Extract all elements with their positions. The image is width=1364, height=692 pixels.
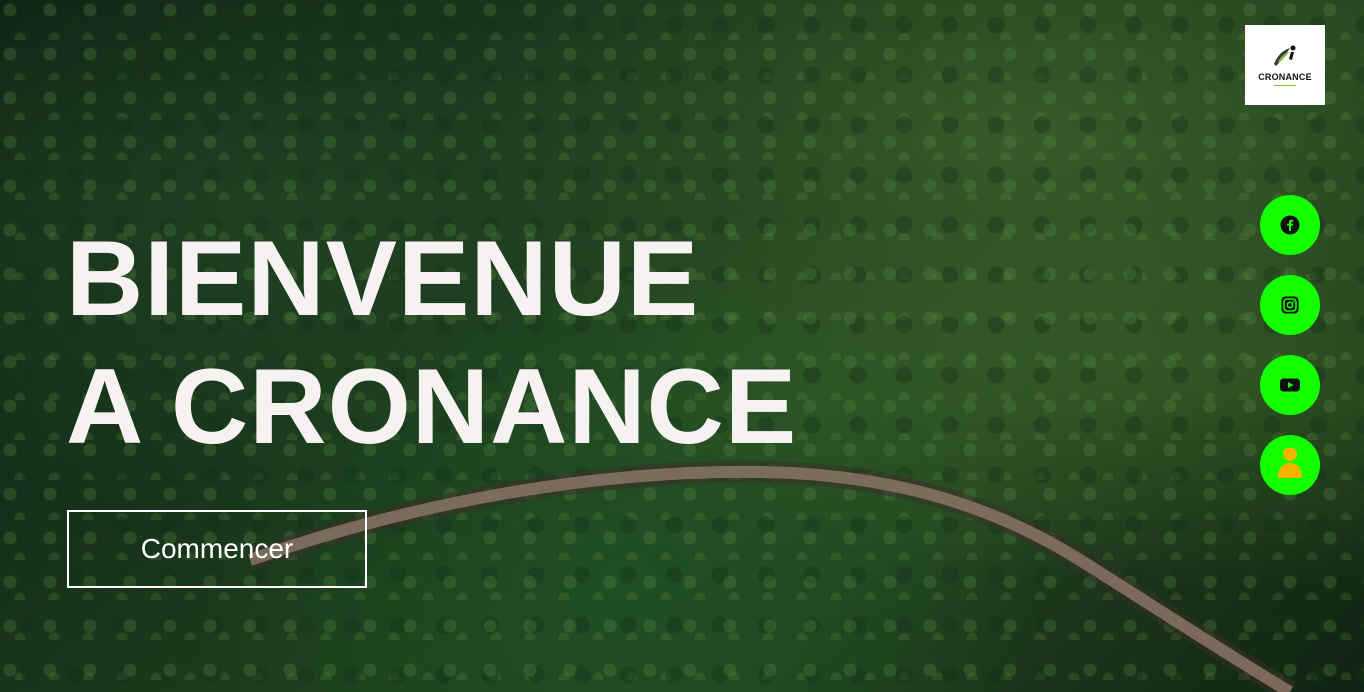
brand-logo[interactable]: CRONANCE xyxy=(1245,25,1325,105)
logo-underline xyxy=(1274,85,1296,86)
youtube-icon xyxy=(1280,378,1300,392)
hero-headline: BIENVENUE A CRONANCE xyxy=(66,214,797,470)
instagram-button[interactable] xyxy=(1260,275,1320,335)
instagram-icon xyxy=(1281,296,1299,314)
user-icon xyxy=(1278,448,1302,478)
hero-section: CRONANCE BIENVENUE A CRONANCE Commencer xyxy=(0,0,1364,692)
user-account-button[interactable] xyxy=(1260,435,1320,495)
start-button[interactable]: Commencer xyxy=(67,510,367,588)
headline-line-2: A CRONANCE xyxy=(66,346,798,466)
logo-text: CRONANCE xyxy=(1258,72,1312,82)
headline-line-1: BIENVENUE xyxy=(66,218,700,338)
facebook-icon xyxy=(1280,215,1300,235)
runner-leaf-icon xyxy=(1274,45,1296,66)
youtube-button[interactable] xyxy=(1260,355,1320,415)
facebook-button[interactable] xyxy=(1260,195,1320,255)
